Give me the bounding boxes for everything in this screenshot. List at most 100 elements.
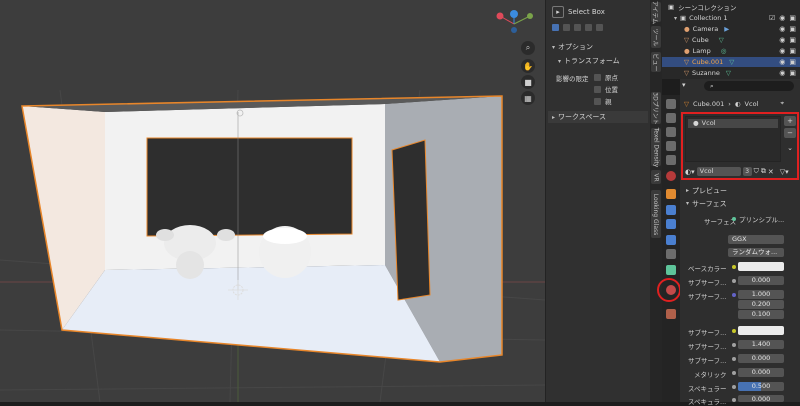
specular-tint-label: スペキュラ... bbox=[688, 398, 727, 406]
tab-looking-glass[interactable]: Looking Glass bbox=[651, 190, 661, 238]
particles-props-icon[interactable] bbox=[666, 219, 676, 229]
remove-slot-button[interactable]: − bbox=[784, 128, 796, 138]
data-props-icon[interactable] bbox=[666, 265, 676, 275]
tab-vr[interactable]: VR bbox=[651, 170, 661, 184]
specular-field[interactable]: 0.500 bbox=[738, 382, 784, 391]
scene-collection-row[interactable]: ▣ シーンコレクション bbox=[662, 2, 800, 12]
value-socket-icon bbox=[732, 385, 736, 389]
modifier-props-icon[interactable] bbox=[666, 205, 676, 215]
world-props-icon[interactable] bbox=[666, 171, 676, 181]
value-socket-icon bbox=[732, 343, 736, 347]
base-color-swatch[interactable] bbox=[738, 262, 784, 271]
collection-icon: ▣ bbox=[680, 14, 687, 22]
collection-row[interactable]: ▾ ▣ Collection 1 ☑ ◉ ▣ bbox=[662, 13, 800, 23]
material-slot-list[interactable]: ● Vcol bbox=[685, 116, 781, 162]
surface-shader-field[interactable]: プリンシプル... bbox=[732, 214, 796, 224]
zoom-icon[interactable]: ⌕ bbox=[521, 41, 535, 55]
subsurface-label: サブサーフ... bbox=[688, 279, 727, 287]
material-browse-icon[interactable]: ◐▾ bbox=[685, 168, 695, 176]
expand-chevron-icon: ▾ bbox=[674, 14, 678, 22]
preview-panel-header[interactable]: ▸ プレビュー bbox=[682, 185, 798, 196]
visibility-toggles[interactable]: ◉ ▣ bbox=[779, 25, 796, 33]
render-props-icon[interactable] bbox=[666, 113, 676, 123]
mode-invert-icon[interactable] bbox=[585, 24, 592, 31]
outliner-item-cube-001-selected[interactable]: ▽ Cube.001 ▽ ◉ ▣ bbox=[662, 57, 800, 67]
subsurface-method-select[interactable]: ランダムウォ... bbox=[728, 248, 784, 257]
select-mode-buttons[interactable] bbox=[552, 24, 603, 31]
metallic-field[interactable]: 0.000 bbox=[738, 368, 784, 377]
object-props-icon[interactable] bbox=[666, 189, 676, 199]
slot-specials-icon[interactable]: ⌄ bbox=[784, 143, 796, 153]
camera-view-icon[interactable]: ■ bbox=[521, 75, 535, 89]
workspace-panel-header[interactable]: ▸ ワークスペース bbox=[548, 111, 648, 123]
mesh-object-icon: ▽ bbox=[684, 58, 689, 66]
active-tool-row[interactable]: ▸ Select Box bbox=[552, 6, 605, 18]
material-slot-item[interactable]: ● Vcol bbox=[688, 119, 778, 128]
subsurface-field[interactable]: 0.000 bbox=[738, 276, 784, 285]
sidebar-tabs: アイテム ツール ビュー 3Dプリント Texel Density VR Loo… bbox=[650, 0, 662, 402]
pan-hand-icon[interactable]: ✋ bbox=[521, 59, 535, 73]
mode-new-icon[interactable] bbox=[552, 24, 559, 31]
tool-props-icon[interactable] bbox=[666, 99, 676, 109]
physics-props-icon[interactable] bbox=[666, 235, 676, 245]
subsurface-color-swatch[interactable] bbox=[738, 326, 784, 335]
subsurface-ior-label: サブサーフ... bbox=[688, 343, 727, 351]
properties-editor: ▾ ⌕ ▽ Cube.001 › ◐ Vcol ⌖ ● Vcol + − ⌄ ◐… bbox=[680, 79, 800, 406]
tab-tool[interactable]: ツール bbox=[651, 26, 661, 48]
subsurface-radius-label: サブサーフ... bbox=[688, 293, 727, 301]
subsurface-anisotropy-field[interactable]: 0.000 bbox=[738, 354, 784, 363]
constraints-props-icon[interactable] bbox=[666, 249, 676, 259]
texture-props-icon[interactable] bbox=[666, 309, 676, 319]
output-props-icon[interactable] bbox=[666, 127, 676, 137]
mode-subtract-icon[interactable] bbox=[574, 24, 581, 31]
specular-tint-field[interactable]: 0.000 bbox=[738, 395, 784, 403]
tab-item[interactable]: アイテム bbox=[651, 0, 661, 24]
distribution-select[interactable]: GGX bbox=[728, 235, 784, 244]
user-count[interactable]: 3 bbox=[742, 167, 752, 176]
unlink-icon[interactable]: ✕ bbox=[768, 168, 774, 176]
chevron-right-icon: › bbox=[728, 99, 731, 108]
visibility-toggles[interactable]: ◉ ▣ bbox=[779, 58, 796, 66]
collection-visibility[interactable]: ☑ ◉ ▣ bbox=[769, 14, 796, 22]
visibility-toggles[interactable]: ◉ ▣ bbox=[779, 36, 796, 44]
subsurface-ior-field[interactable]: 1.400 bbox=[738, 340, 784, 349]
visibility-toggles[interactable]: ◉ ▣ bbox=[779, 47, 796, 55]
pin-icon[interactable]: ⌖ bbox=[780, 99, 784, 108]
properties-search-input[interactable]: ⌕ bbox=[704, 81, 794, 91]
subsurface-radius-y[interactable]: 0.200 bbox=[738, 300, 784, 309]
affect-locations-checkbox[interactable]: 位置 bbox=[594, 84, 618, 94]
metallic-label: メタリック bbox=[694, 371, 727, 379]
outliner-item-suzanne[interactable]: ▽ Suzanne ▽ ◉ ▣ bbox=[662, 68, 800, 78]
3d-viewport[interactable]: ⌕ ✋ ■ ▦ bbox=[0, 0, 545, 402]
transform-panel-header[interactable]: ▾ トランスフォーム bbox=[554, 55, 648, 67]
mesh-icon: ▽ bbox=[684, 99, 689, 108]
add-slot-button[interactable]: + bbox=[784, 116, 796, 126]
view-layer-props-icon[interactable] bbox=[666, 141, 676, 151]
specular-label: スペキュラー bbox=[688, 385, 727, 393]
subsurface-radius-x[interactable]: 1.000 bbox=[738, 290, 784, 299]
duplicate-icon[interactable]: ⧉ bbox=[761, 167, 766, 176]
outliner-item-lamp[interactable]: ● Lamp ◎ ◉ ▣ bbox=[662, 46, 800, 56]
visibility-toggles[interactable]: ◉ ▣ bbox=[779, 69, 796, 77]
material-name-field[interactable]: Vcol bbox=[696, 167, 741, 176]
scene-props-icon[interactable] bbox=[666, 155, 676, 165]
editor-type-icon[interactable]: ▾ bbox=[682, 81, 696, 91]
ortho-grid-icon[interactable]: ▦ bbox=[521, 91, 535, 105]
mode-intersect-icon[interactable] bbox=[596, 24, 603, 31]
tab-texel-density[interactable]: Texel Density bbox=[651, 127, 661, 167]
link-icon[interactable]: ▽▾ bbox=[780, 168, 789, 176]
tab-3d-print[interactable]: 3Dプリント bbox=[651, 92, 661, 124]
subsurface-radius-z[interactable]: 0.100 bbox=[738, 310, 784, 319]
options-panel-header[interactable]: ▾ オプション bbox=[548, 41, 648, 53]
expand-chevron-icon: ▾ bbox=[558, 57, 562, 65]
material-datablock[interactable]: ◐▾ Vcol 3 ⛉ ⧉ ✕ ▽▾ bbox=[685, 167, 789, 176]
outliner-item-camera[interactable]: ● Camera ▶ ◉ ▣ bbox=[662, 24, 800, 34]
fake-user-icon[interactable]: ⛉ bbox=[754, 167, 759, 176]
surface-panel-header[interactable]: ▾ サーフェス bbox=[682, 198, 798, 209]
affect-parents-checkbox[interactable]: 親 bbox=[594, 96, 612, 106]
material-icon: ◐ bbox=[734, 99, 741, 108]
outliner-item-cube[interactable]: ▽ Cube ▽ ◉ ▣ bbox=[662, 35, 800, 45]
tab-view[interactable]: ビュー bbox=[651, 52, 661, 72]
mode-extend-icon[interactable] bbox=[563, 24, 570, 31]
affect-origins-checkbox[interactable]: 原点 bbox=[594, 72, 618, 82]
